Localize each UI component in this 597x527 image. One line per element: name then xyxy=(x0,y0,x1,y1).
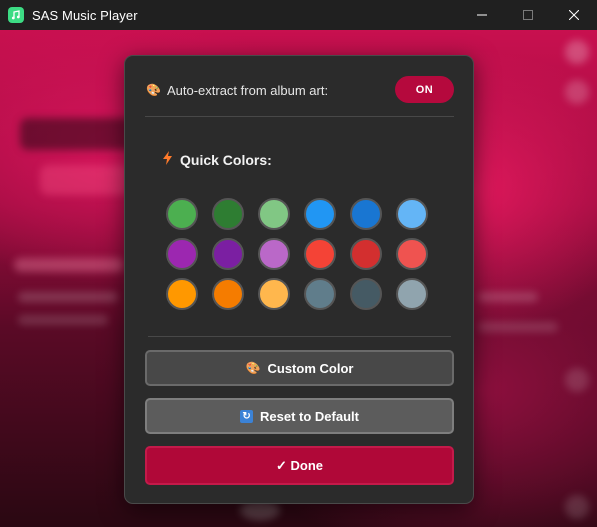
color-swatch[interactable] xyxy=(396,278,428,310)
color-swatch[interactable] xyxy=(396,198,428,230)
custom-color-label: Custom Color xyxy=(267,360,354,376)
quick-colors-title: Quick Colors: xyxy=(180,151,272,168)
window-titlebar: SAS Music Player xyxy=(0,0,597,30)
color-swatch[interactable] xyxy=(304,278,336,310)
divider xyxy=(145,116,454,117)
color-swatch[interactable] xyxy=(212,278,244,310)
color-swatch-grid xyxy=(166,198,428,310)
divider xyxy=(148,336,451,337)
color-swatch[interactable] xyxy=(350,278,382,310)
theme-color-dialog: 🎨 Auto-extract from album art: ON Quick … xyxy=(124,55,474,504)
color-swatch[interactable] xyxy=(258,278,290,310)
done-button[interactable]: ✓ Done xyxy=(145,446,454,485)
color-swatch[interactable] xyxy=(166,198,198,230)
backdrop-shape xyxy=(565,80,589,104)
auto-extract-row: 🎨 Auto-extract from album art: ON xyxy=(125,76,473,104)
color-swatch[interactable] xyxy=(258,238,290,270)
music-note-icon xyxy=(8,7,24,23)
lightning-icon xyxy=(163,151,172,168)
backdrop-shape xyxy=(40,165,130,195)
reset-default-label: Reset to Default xyxy=(260,408,359,424)
color-swatch[interactable] xyxy=(304,238,336,270)
minimize-icon xyxy=(477,14,487,16)
auto-extract-toggle[interactable]: ON xyxy=(395,76,454,103)
color-swatch[interactable] xyxy=(212,238,244,270)
maximize-icon xyxy=(523,10,533,20)
backdrop-shape xyxy=(565,40,589,64)
color-swatch[interactable] xyxy=(350,238,382,270)
color-swatch[interactable] xyxy=(304,198,336,230)
minimize-button[interactable] xyxy=(459,0,505,30)
backdrop-shape xyxy=(18,292,118,302)
auto-extract-label: Auto-extract from album art: xyxy=(166,82,329,98)
backdrop-shape xyxy=(565,495,589,519)
quick-colors-heading: Quick Colors: xyxy=(163,151,272,168)
custom-color-button[interactable]: 🎨 Custom Color xyxy=(145,350,454,386)
refresh-icon: ↻ xyxy=(240,409,254,423)
done-label: ✓ Done xyxy=(275,457,323,473)
palette-icon: 🎨 xyxy=(146,83,161,97)
color-swatch[interactable] xyxy=(166,278,198,310)
color-swatch[interactable] xyxy=(350,198,382,230)
backdrop-shape xyxy=(20,118,140,150)
close-button[interactable] xyxy=(551,0,597,30)
close-icon xyxy=(569,10,579,20)
color-swatch[interactable] xyxy=(258,198,290,230)
backdrop-shape xyxy=(478,322,558,332)
reset-default-button[interactable]: ↻ Reset to Default xyxy=(145,398,454,434)
color-swatch[interactable] xyxy=(166,238,198,270)
window-title: SAS Music Player xyxy=(32,7,138,23)
backdrop-shape xyxy=(18,315,108,325)
maximize-button[interactable] xyxy=(505,0,551,30)
backdrop-shape xyxy=(478,292,538,302)
auto-extract-label-group: 🎨 Auto-extract from album art: xyxy=(146,83,328,98)
backdrop-shape xyxy=(565,368,589,392)
backdrop-shape xyxy=(14,258,124,272)
color-swatch[interactable] xyxy=(396,238,428,270)
color-swatch[interactable] xyxy=(212,198,244,230)
palette-icon: 🎨 xyxy=(245,361,261,375)
